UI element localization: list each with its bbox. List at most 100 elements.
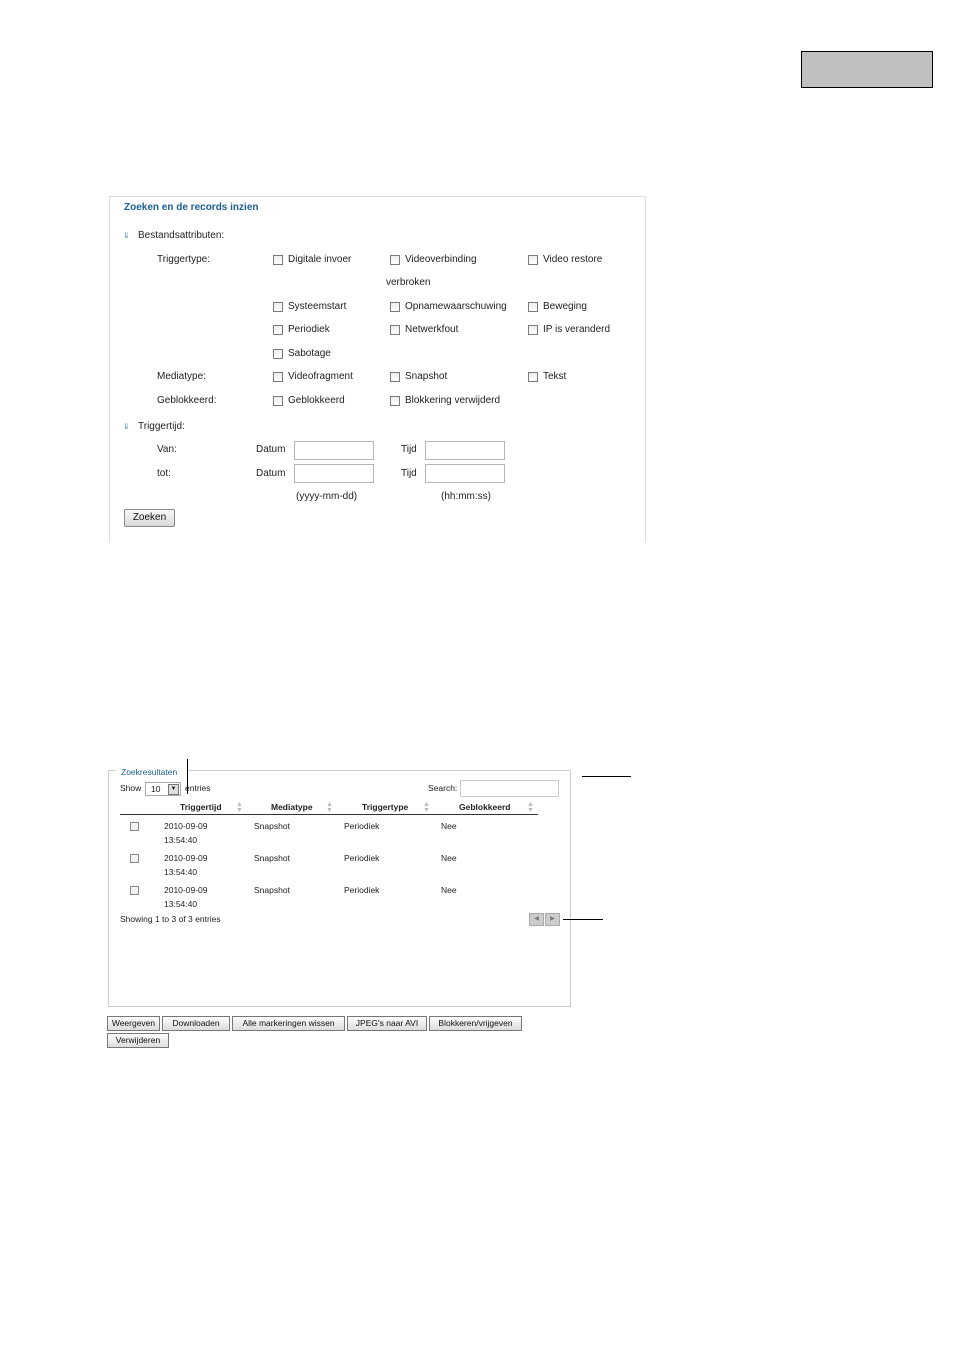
to-time-label: Tijd bbox=[401, 468, 417, 479]
periodic-label: Periodiek bbox=[288, 324, 330, 335]
text-label: Tekst bbox=[543, 371, 567, 382]
row-checkbox[interactable] bbox=[130, 854, 139, 863]
video-clip-label: Videofragment bbox=[288, 371, 353, 382]
row-locked: Nee bbox=[441, 853, 457, 863]
entries-select[interactable]: 10 ▼ bbox=[145, 782, 181, 796]
delete-button[interactable]: Verwijderen bbox=[107, 1033, 169, 1048]
view-button[interactable]: Weergeven bbox=[107, 1016, 160, 1031]
checkbox-video-restore[interactable] bbox=[528, 255, 538, 265]
row-date: 2010-09-09 bbox=[164, 885, 208, 895]
digital-input-label: Digitale invoer bbox=[288, 254, 352, 265]
column-header-media-type[interactable]: Mediatype bbox=[271, 802, 313, 812]
row-media: Snapshot bbox=[254, 885, 290, 895]
row-time: 13:54:40 bbox=[164, 835, 198, 845]
to-date-label: Datum bbox=[256, 468, 286, 479]
to-label: tot: bbox=[157, 468, 171, 479]
checkbox-record-warning[interactable] bbox=[390, 302, 400, 312]
locked-option-label: Geblokkeerd bbox=[288, 395, 345, 406]
from-time-label: Tijd bbox=[401, 444, 417, 455]
tamper-label: Sabotage bbox=[288, 348, 331, 359]
clear-marks-button[interactable]: Alle markeringen wissen bbox=[232, 1016, 345, 1031]
ip-changed-label: IP is veranderd bbox=[543, 324, 611, 335]
download-button[interactable]: Downloaden bbox=[162, 1016, 230, 1031]
motion-label: Beweging bbox=[543, 301, 587, 312]
unlocked-option-label: Blokkering verwijderd bbox=[405, 395, 501, 406]
checkbox-digital-input[interactable] bbox=[273, 255, 283, 265]
dropdown-arrow-icon[interactable]: ▼ bbox=[168, 784, 179, 795]
row-checkbox[interactable] bbox=[130, 822, 139, 831]
prev-page-icon[interactable]: ◀ bbox=[529, 913, 544, 926]
row-time: 13:54:40 bbox=[164, 867, 198, 877]
row-date: 2010-09-09 bbox=[164, 853, 208, 863]
show-label: Show bbox=[120, 783, 142, 793]
video-restore-label: Video restore bbox=[543, 254, 603, 265]
checkbox-network-error[interactable] bbox=[390, 325, 400, 335]
column-header-locked[interactable]: Geblokkeerd bbox=[459, 802, 511, 812]
record-warning-label: Opnamewaarschuwing bbox=[405, 301, 507, 312]
showing-entries-text: Showing 1 to 3 of 3 entries bbox=[120, 914, 221, 924]
column-header-trigger-type[interactable]: Triggertype bbox=[362, 802, 408, 812]
callout-line-pager bbox=[563, 919, 603, 920]
network-error-label: Netwerkfout bbox=[405, 324, 459, 335]
row-locked: Nee bbox=[441, 885, 457, 895]
checkbox-motion[interactable] bbox=[528, 302, 538, 312]
to-time-input[interactable] bbox=[425, 464, 505, 483]
system-start-label: Systeemstart bbox=[288, 301, 347, 312]
locked-label: Geblokkeerd: bbox=[157, 395, 217, 406]
checkbox-locked[interactable] bbox=[273, 396, 283, 406]
trigger-time-heading[interactable]: Triggertijd: bbox=[138, 421, 185, 432]
column-header-trigger-time[interactable]: Triggertijd bbox=[180, 802, 222, 812]
chevron-down-icon[interactable]: ⇓ bbox=[123, 422, 130, 431]
snapshot-label: Snapshot bbox=[405, 371, 448, 382]
from-date-label: Datum bbox=[256, 444, 286, 455]
sort-arrows-icon[interactable]: ▼ bbox=[326, 807, 333, 814]
lock-unlock-button[interactable]: Blokkeren/vrijgeven bbox=[429, 1016, 522, 1031]
search-label: Search: bbox=[428, 783, 458, 793]
row-media: Snapshot bbox=[254, 821, 290, 831]
to-date-input[interactable] bbox=[294, 464, 374, 483]
search-button[interactable]: Zoeken bbox=[124, 509, 175, 527]
checkbox-video-clip[interactable] bbox=[273, 372, 283, 382]
jpeg-to-avi-button[interactable]: JPEG's naar AVI bbox=[347, 1016, 427, 1031]
header-divider bbox=[120, 814, 538, 815]
search-panel-title: Zoeken en de records inzien bbox=[124, 202, 259, 213]
checkbox-periodic[interactable] bbox=[273, 325, 283, 335]
time-format-hint: (hh:mm:ss) bbox=[441, 491, 491, 502]
table-row[interactable]: 2010-09-09 13:54:40 Snapshot Periodiek N… bbox=[120, 819, 538, 849]
entries-select-value: 10 bbox=[151, 784, 161, 794]
row-locked: Nee bbox=[441, 821, 457, 831]
date-format-hint: (yyyy-mm-dd) bbox=[296, 491, 358, 502]
media-type-label: Mediatype: bbox=[157, 371, 206, 382]
entries-label: entries bbox=[185, 783, 211, 793]
video-connection-label-cont: verbroken bbox=[386, 277, 431, 288]
checkbox-snapshot[interactable] bbox=[390, 372, 400, 382]
checkbox-text[interactable] bbox=[528, 372, 538, 382]
sort-arrows-icon[interactable]: ▼ bbox=[423, 807, 430, 814]
row-media: Snapshot bbox=[254, 853, 290, 863]
checkbox-system-start[interactable] bbox=[273, 302, 283, 312]
checkbox-tamper[interactable] bbox=[273, 349, 283, 359]
search-panel bbox=[109, 196, 646, 542]
table-row[interactable]: 2010-09-09 13:54:40 Snapshot Periodiek N… bbox=[120, 851, 538, 881]
sort-arrows-icon[interactable]: ▼ bbox=[236, 807, 243, 814]
chevron-down-icon[interactable]: ⇓ bbox=[123, 231, 130, 240]
row-checkbox[interactable] bbox=[130, 886, 139, 895]
next-page-icon[interactable]: ▶ bbox=[545, 913, 560, 926]
checkbox-video-connection-lost[interactable] bbox=[390, 255, 400, 265]
file-attributes-heading[interactable]: Bestandsattributen: bbox=[138, 230, 224, 241]
from-label: Van: bbox=[157, 444, 177, 455]
checkbox-unlocked[interactable] bbox=[390, 396, 400, 406]
callout-line-search bbox=[582, 776, 631, 777]
checkbox-ip-changed[interactable] bbox=[528, 325, 538, 335]
sort-arrows-icon[interactable]: ▼ bbox=[527, 807, 534, 814]
video-connection-label: Videoverbinding bbox=[405, 254, 477, 265]
row-trigger: Periodiek bbox=[344, 853, 380, 863]
from-date-input[interactable] bbox=[294, 441, 374, 460]
from-time-input[interactable] bbox=[425, 441, 505, 460]
trigger-type-label: Triggertype: bbox=[157, 254, 210, 265]
results-search-input[interactable] bbox=[460, 780, 559, 797]
table-row[interactable]: 2010-09-09 13:54:40 Snapshot Periodiek N… bbox=[120, 883, 538, 913]
row-time: 13:54:40 bbox=[164, 899, 198, 909]
row-trigger: Periodiek bbox=[344, 885, 380, 895]
row-date: 2010-09-09 bbox=[164, 821, 208, 831]
